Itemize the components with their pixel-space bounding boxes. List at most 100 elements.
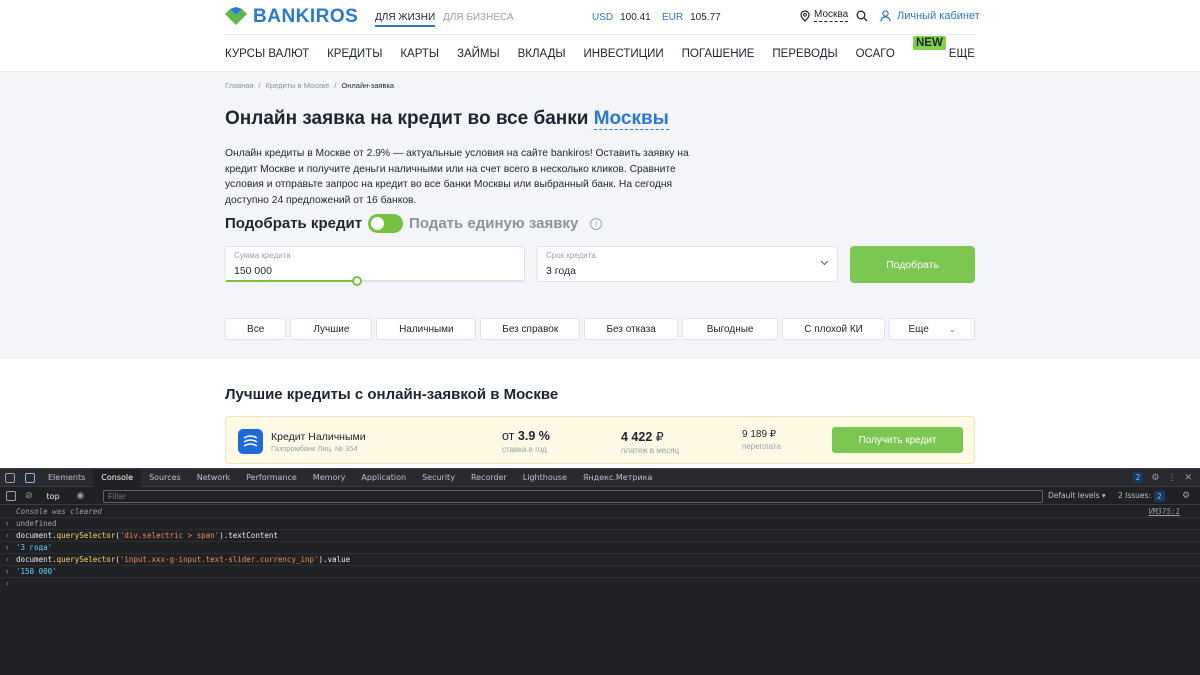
mode-toggle-row: Подобрать кредит Подать единую заявку i	[225, 214, 603, 233]
overpay-value: 9 189 ₽	[742, 429, 777, 440]
credit-amount-field[interactable]: Сумма кредита 150 000	[225, 246, 525, 286]
toggle-label-single-application[interactable]: Подать единую заявку	[409, 215, 578, 232]
console-result-text: '3 года'	[16, 543, 53, 552]
console-command: › document.querySelector('input.xxx-g-in…	[0, 554, 1200, 566]
breadcrumb-credits[interactable]: Кредиты в Москве	[266, 81, 330, 90]
breadcrumb-home[interactable]: Главная	[225, 81, 254, 90]
devtools-tab-console[interactable]: Console	[93, 468, 142, 487]
devtools-tab-network[interactable]: Network	[189, 469, 238, 487]
credit-offer-card[interactable]: Кредит Наличными Газпромбанк Лиц. № 354 …	[225, 416, 975, 464]
cmd-argument: 'input.xxx-g-input.text-slider.currency_…	[119, 555, 319, 564]
console-prompt[interactable]: ›	[0, 578, 1200, 590]
console-result: ‹ '3 года'	[0, 542, 1200, 554]
segment-business-link[interactable]: ДЛЯ БИЗНЕСА	[443, 12, 514, 23]
main-navigation: КУРСЫ ВАЛЮТ КРЕДИТЫ КАРТЫ ЗАЙМЫ ВКЛАДЫ И…	[225, 34, 975, 72]
console-filter-input[interactable]	[103, 490, 1043, 503]
chip-best[interactable]: Лучшие	[290, 318, 373, 340]
chip-no-refusal[interactable]: Без отказа	[584, 318, 679, 340]
info-icon[interactable]: i	[590, 217, 603, 230]
device-toolbar-icon[interactable]	[25, 472, 35, 483]
credit-term-select[interactable]: Срок кредита 3 года	[537, 246, 838, 282]
rate-value: 100.41	[620, 12, 651, 23]
credit-product-name[interactable]: Кредит Наличными	[271, 431, 366, 443]
nav-item-deposits[interactable]: ВКЛАДЫ	[518, 48, 566, 60]
chip-no-documents[interactable]: Без справок	[480, 318, 581, 340]
breadcrumb-separator: /	[258, 81, 261, 90]
nav-item-investments[interactable]: ИНВЕСТИЦИИ	[584, 48, 664, 60]
inspect-element-icon[interactable]	[5, 472, 15, 483]
cmd-prefix: document.	[16, 555, 57, 564]
eye-icon[interactable]: ◉	[77, 491, 85, 501]
search-icon[interactable]	[856, 10, 868, 22]
nav-item-repayment[interactable]: ПОГАШЕНИЕ	[682, 48, 755, 60]
page-title: Онлайн заявка на кредит во все банки Мос…	[225, 108, 669, 130]
devtools-tab-yandex-metrika[interactable]: Яндекс.Метрика	[575, 469, 661, 487]
nav-item-osago[interactable]: ОСАГО NEW	[855, 35, 946, 60]
nav-item-currency[interactable]: КУРСЫ ВАЛЮТ	[225, 48, 309, 60]
chip-more[interactable]: Еще ⌄	[888, 318, 975, 340]
chip-profitable[interactable]: Выгодные	[682, 318, 779, 340]
issues-counter[interactable]: 2 Issues: 2	[1118, 491, 1165, 502]
filter-chips: Все Лучшие Наличными Без справок Без отк…	[225, 318, 975, 340]
eur-rate[interactable]: EUR 105.77	[662, 12, 721, 23]
usd-rate[interactable]: USD 100.41	[592, 12, 651, 23]
city-selector[interactable]: Москва	[800, 9, 849, 22]
find-credit-button[interactable]: Подобрать	[850, 246, 975, 283]
settings-gear-icon[interactable]: ⚙	[1151, 473, 1159, 483]
more-options-icon[interactable]: ⋮	[1167, 473, 1176, 483]
bankiros-logo[interactable]: BANKIROS	[225, 6, 358, 28]
page-title-text: Онлайн заявка на кредит во все банки	[225, 108, 589, 129]
chevron-down-icon: ⌄	[948, 324, 956, 334]
toggle-label-pick[interactable]: Подобрать кредит	[225, 215, 362, 232]
devtools-tab-performance[interactable]: Performance	[238, 469, 305, 487]
prompt-mark: ›	[5, 555, 10, 564]
cabinet-label: Личный кабинет	[897, 10, 980, 22]
overpayment: 9 189 ₽ переплата	[742, 429, 781, 451]
chip-cash[interactable]: Наличными	[376, 318, 477, 340]
close-devtools-icon[interactable]: ✕	[1184, 473, 1192, 483]
devtools-tabbar: Elements Console Sources Network Perform…	[0, 468, 1200, 487]
new-badge: NEW	[913, 35, 946, 50]
mode-toggle-switch[interactable]	[368, 214, 404, 233]
credit-amount-input[interactable]: 150 000	[234, 265, 272, 277]
devtools-tab-security[interactable]: Security	[414, 469, 463, 487]
devtools-tab-memory[interactable]: Memory	[305, 469, 354, 487]
nav-item-cards[interactable]: КАРТЫ	[400, 48, 439, 60]
clear-console-icon[interactable]: ⊘	[25, 491, 33, 501]
nav-item-loans[interactable]: ЗАЙМЫ	[457, 48, 500, 60]
segment-life-link[interactable]: ДЛЯ ЖИЗНИ	[375, 12, 436, 27]
console-result-text: undefined	[16, 519, 57, 528]
devtools-tab-application[interactable]: Application	[353, 469, 414, 487]
personal-cabinet-link[interactable]: Личный кабинет	[880, 10, 980, 22]
devtools-tab-recorder[interactable]: Recorder	[463, 469, 515, 487]
chip-all[interactable]: Все	[225, 318, 287, 340]
console-settings-icon[interactable]: ⚙	[1182, 491, 1190, 501]
log-levels-dropdown[interactable]: Default levels ▾	[1048, 491, 1106, 500]
sidebar-toggle-icon[interactable]	[6, 491, 16, 501]
logo-text: BANKIROS	[253, 6, 359, 27]
get-credit-button[interactable]: Получить кредит	[832, 427, 963, 453]
console-command: › document.querySelector('div.selectric …	[0, 530, 1200, 542]
devtools-tab-elements[interactable]: Elements	[40, 469, 93, 487]
nav-item-more[interactable]: ЕЩЕ	[949, 48, 975, 60]
return-mark: ‹	[5, 543, 10, 552]
nav-item-credits[interactable]: КРЕДИТЫ	[327, 48, 382, 60]
console-toolbar: ⊘ top ◉ Default levels ▾ 2 Issues: 2 ⚙	[0, 488, 1200, 505]
payment-caption: платеж в месяц	[621, 446, 680, 455]
page-title-city[interactable]: Москвы	[593, 108, 669, 130]
devtools-tab-lighthouse[interactable]: Lighthouse	[515, 469, 575, 487]
prompt-mark: ›	[5, 531, 10, 540]
prompt-mark: ›	[5, 579, 10, 588]
console-source-link[interactable]: VM375:1	[1148, 506, 1180, 517]
rate-currency: USD	[592, 12, 614, 23]
nav-item-osago-label: ОСАГО	[855, 47, 895, 60]
devtools-panel: Elements Console Sources Network Perform…	[0, 468, 1200, 675]
console-cleared-text: Console was cleared	[16, 507, 102, 516]
devtools-tab-sources[interactable]: Sources	[141, 469, 189, 487]
context-selector[interactable]: top	[47, 492, 77, 501]
issues-label: 2 Issues:	[1118, 491, 1151, 500]
messages-badge[interactable]: 2	[1132, 472, 1144, 483]
chip-bad-credit-history[interactable]: С плохой КИ	[782, 318, 885, 340]
best-credits-title: Лучшие кредиты с онлайн-заявкой в Москве	[225, 386, 559, 403]
nav-item-transfers[interactable]: ПЕРЕВОДЫ	[772, 48, 837, 60]
